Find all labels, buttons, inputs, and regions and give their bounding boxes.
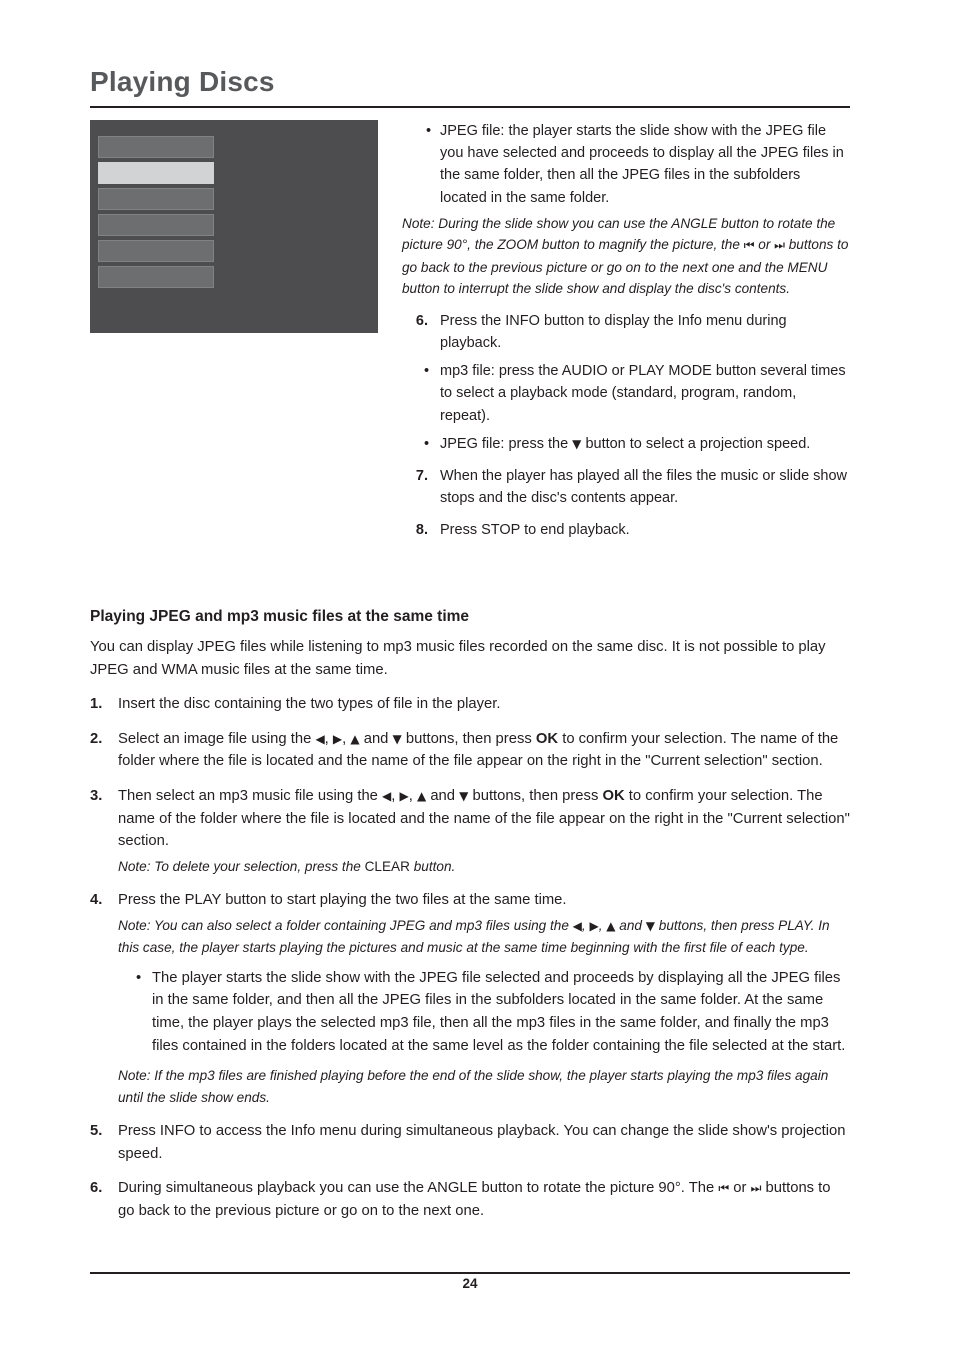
step-4-bullet: • The player starts the slide show with … — [118, 967, 850, 1057]
next-track-icon: ⏭ — [750, 1181, 762, 1196]
step-4-note-pre: Note: You can also select a folder conta… — [118, 917, 569, 933]
step-3-note: Note: To delete your selection, press th… — [118, 856, 850, 878]
step-6-bullet-mp3: • mp3 file: press the AUDIO or PLAY MODE… — [402, 360, 850, 427]
step-5-text: Press INFO to access the Info menu durin… — [118, 1123, 846, 1162]
step-5: 5. Press INFO to access the Info menu du… — [90, 1120, 850, 1165]
note-slideshow-controls: Note: During the slide show you can use … — [402, 213, 850, 300]
step-2-number: 2. — [90, 730, 103, 747]
section-intro: You can display JPEG files while listeni… — [90, 639, 826, 678]
next-track-icon: ⏭ — [774, 238, 785, 253]
section-heading: Playing JPEG and mp3 music files at the … — [90, 608, 470, 625]
down-arrow-icon: ▼ — [392, 731, 402, 746]
step-4-note-mid: and — [619, 917, 642, 933]
menu-panel — [98, 136, 214, 292]
document-page: Playing Discs • JPEG file: the player st… — [0, 0, 954, 1352]
page-number: 24 — [462, 1276, 478, 1291]
title-divider — [90, 106, 850, 108]
menu-row-6 — [98, 266, 214, 288]
step-6-lower-pre: During simultaneous playback you can use… — [118, 1180, 715, 1197]
menu-row-4 — [98, 214, 214, 236]
clear-button-label: CLEAR — [364, 858, 410, 874]
step-6-lower-number: 6. — [90, 1180, 103, 1197]
step-1: 1. Insert the disc containing the two ty… — [90, 693, 850, 716]
step-3-ok-label: OK — [602, 787, 625, 804]
left-arrow-icon: ◀ — [315, 731, 325, 746]
bullet-jpeg-slideshow-text: JPEG file: the player starts the slide s… — [440, 123, 844, 206]
step-4-note-1: Note: You can also select a folder conta… — [118, 917, 830, 956]
down-arrow-icon: ▼ — [459, 788, 469, 803]
step-3-note-pre: Note: To delete your selection, press th… — [118, 858, 361, 874]
step-3-note-post: button. — [413, 858, 456, 874]
right-arrow-icon: ▶ — [332, 731, 343, 746]
step-7-number: 7. — [415, 468, 428, 485]
step-6-number: 6. — [415, 312, 428, 329]
up-arrow-icon: ▲ — [416, 788, 427, 803]
step-5-number: 5. — [90, 1123, 103, 1140]
step-6-bullet-jpeg: • JPEG file: press the ▼ button to selec… — [402, 433, 850, 455]
step-8: 8. Press STOP to end playback. — [402, 519, 850, 541]
note-slideshow-part1: Note: During the slide show you can use … — [402, 215, 836, 253]
note-slideshow-mid: or — [758, 237, 771, 253]
player-menu-screenshot — [90, 120, 378, 333]
menu-row-1 — [98, 136, 214, 158]
bullet-jpeg-slideshow: • JPEG file: the player starts the slide… — [402, 120, 850, 209]
step-2: 2. Select an image file using the ◀, ▶, … — [90, 728, 850, 773]
step-4-bullet-text: The player starts the slide show with th… — [152, 969, 846, 1054]
down-arrow-icon: ▼ — [645, 918, 655, 933]
step-2-ok-label: OK — [535, 730, 559, 747]
step-1-number: 1. — [90, 696, 103, 713]
menu-row-3 — [98, 188, 214, 210]
step-6: 6. Press the INFO button to display the … — [402, 310, 850, 354]
prev-track-icon: ⏮ — [743, 238, 755, 253]
step-7: 7. When the player has played all the fi… — [402, 465, 850, 509]
bullet-dot-icon: • — [426, 123, 432, 139]
right-arrow-icon: ▶ — [589, 918, 599, 933]
right-arrow-icon: ▶ — [399, 788, 409, 803]
left-arrow-icon: ◀ — [382, 788, 392, 803]
simultaneous-playback-section: Playing JPEG and mp3 music files at the … — [90, 608, 850, 1235]
step-3-arrows-post: buttons, then press — [472, 787, 599, 804]
step-2-pre: Select an image file using the — [118, 730, 312, 747]
step-6-text: Press the INFO button to display the Inf… — [440, 312, 787, 352]
bullet-dot-icon: • — [136, 969, 142, 986]
down-arrow-icon: ▼ — [572, 436, 582, 451]
step-4-text: Press the PLAY button to start playing t… — [118, 892, 567, 909]
up-arrow-icon: ▲ — [350, 731, 360, 746]
step-3: 3. Then select an mp3 music file using t… — [90, 785, 850, 877]
step-6-lower: 6. During simultaneous playback you can … — [90, 1177, 850, 1222]
footer-divider — [90, 1272, 850, 1274]
bullet-dot-icon: • — [424, 363, 430, 380]
step-6-bullet-mp3-text: mp3 file: press the AUDIO or PLAY MODE b… — [440, 363, 846, 424]
step-4-note-2: Note: If the mp3 files are finished play… — [118, 1068, 829, 1105]
page-title: Playing Discs — [90, 66, 275, 97]
step-6-bullet-jpeg-pre: JPEG file: press the — [440, 435, 569, 452]
menu-row-5 — [98, 240, 214, 262]
step-6-lower-mid: or — [733, 1180, 747, 1197]
step-4-number: 4. — [90, 892, 103, 909]
step-1-text: Insert the disc containing the two types… — [118, 696, 501, 713]
step-8-text: Press STOP to end playback. — [440, 522, 630, 539]
step-8-number: 8. — [415, 522, 428, 539]
left-arrow-icon: ◀ — [572, 918, 582, 933]
step-4: 4. Press the PLAY button to start playin… — [90, 889, 850, 1108]
step-3-number: 3. — [90, 787, 103, 804]
prev-track-icon: ⏮ — [718, 1181, 730, 1196]
step-6-bullet-jpeg-post: button to select a projection speed. — [585, 435, 811, 452]
step-2-arrows-post: buttons, then press — [405, 730, 532, 747]
step-3-pre: Then select an mp3 music file using the — [118, 787, 378, 804]
up-arrow-icon: ▲ — [606, 918, 616, 933]
bullet-dot-icon: • — [424, 435, 430, 452]
top-right-column: • JPEG file: the player starts the slide… — [402, 120, 850, 542]
step-7-text: When the player has played all the files… — [440, 468, 848, 507]
menu-row-highlighted — [98, 162, 214, 184]
